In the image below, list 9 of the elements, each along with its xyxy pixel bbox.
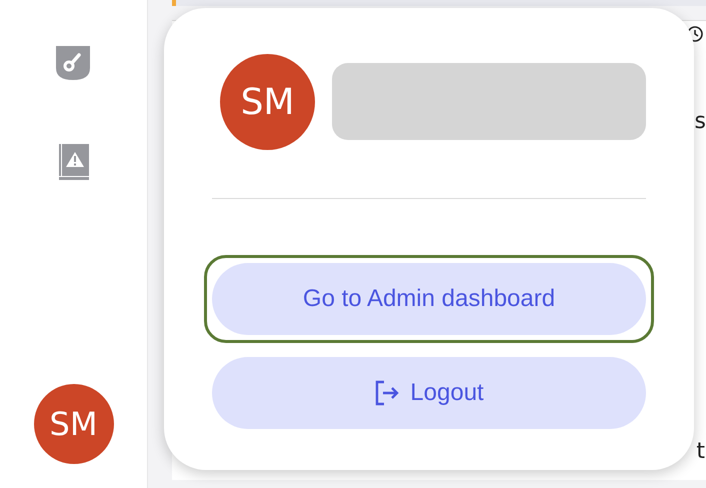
gauge-shield-icon[interactable]: [56, 46, 90, 80]
menu-button[interactable]: Go to Admin dashboard: [212, 263, 646, 335]
logout-icon: [374, 380, 400, 406]
user-avatar: SM: [220, 54, 316, 150]
user-avatar[interactable]: SM: [34, 384, 114, 464]
cut-off-text: t: [696, 439, 705, 464]
cut-off-text: s: [694, 109, 706, 134]
book-warning-icon[interactable]: [58, 144, 88, 180]
menu-button[interactable]: Logout: [212, 357, 646, 429]
